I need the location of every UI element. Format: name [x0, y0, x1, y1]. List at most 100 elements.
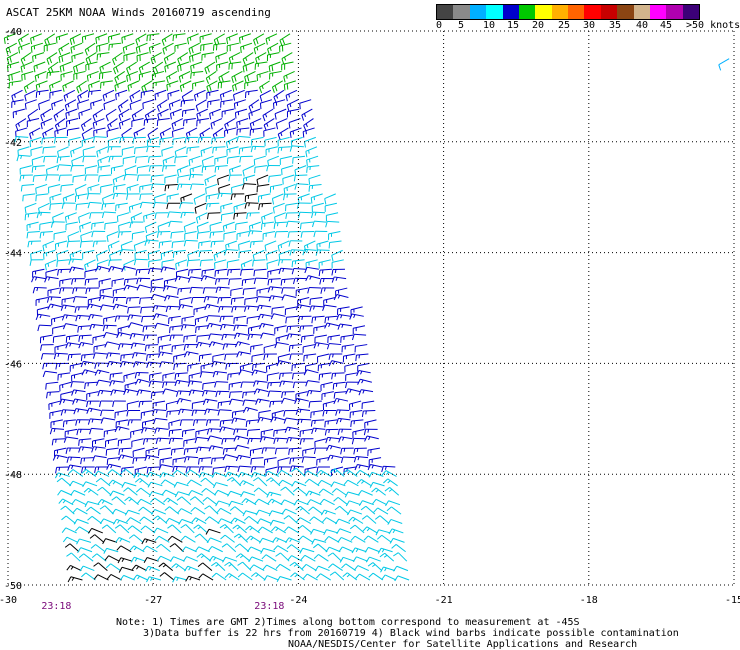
wind-barb	[67, 231, 80, 243]
wind-barb	[42, 362, 56, 370]
wind-barb	[292, 277, 307, 285]
wind-barb	[218, 183, 231, 195]
wind-barb	[73, 70, 86, 81]
wind-barb	[388, 528, 404, 535]
wind-barb	[352, 428, 365, 439]
wind-barb	[84, 501, 100, 508]
wind-barb	[246, 212, 260, 220]
wind-barb	[103, 99, 116, 110]
wind-barb	[107, 146, 121, 153]
wind-barb	[65, 108, 78, 120]
wind-barb	[59, 381, 72, 392]
wind-barb	[156, 543, 171, 553]
wind-barb	[331, 268, 345, 276]
wind-barb	[335, 518, 351, 525]
wind-barb	[202, 496, 218, 506]
wind-barb	[188, 173, 203, 181]
wind-barb	[71, 278, 85, 285]
wind-barb	[278, 249, 291, 261]
wind-barb	[297, 525, 313, 534]
wind-barb	[80, 231, 93, 242]
wind-barb	[351, 333, 367, 341]
wind-barb	[265, 249, 278, 261]
wind-barb	[202, 381, 216, 390]
wind-barb	[262, 108, 274, 122]
wind-barb	[367, 562, 383, 571]
wind-barb	[301, 108, 313, 121]
wind-barb	[157, 221, 170, 233]
wind-barb	[168, 220, 183, 228]
wind-barb	[348, 516, 364, 524]
wind-barb	[265, 146, 278, 156]
wind-barb	[208, 445, 224, 452]
wind-barb	[299, 428, 313, 438]
wind-barb	[84, 165, 98, 175]
wind-barb	[273, 545, 289, 553]
wind-barb	[246, 315, 260, 325]
wind-barb	[223, 231, 236, 240]
wind-barb	[211, 136, 225, 145]
wind-barb	[296, 202, 311, 209]
wind-barb	[303, 470, 319, 477]
wind-barb	[283, 515, 298, 524]
wind-barb	[249, 564, 265, 572]
wind-barb	[217, 80, 231, 89]
wind-barb	[56, 155, 70, 164]
wind-barb	[270, 313, 286, 320]
wind-barb	[368, 572, 384, 581]
wind-barb	[204, 174, 217, 186]
wind-barb	[154, 89, 167, 101]
wind-barb	[31, 276, 46, 283]
wind-barb	[30, 33, 42, 45]
wind-barb	[84, 174, 99, 181]
wind-barb	[97, 498, 113, 506]
wind-barb	[162, 155, 175, 167]
wind-barb	[318, 488, 334, 496]
wind-barb	[285, 220, 301, 228]
wind-barb	[195, 428, 208, 438]
wind-barb	[144, 344, 159, 352]
wind-barb	[59, 278, 72, 287]
wind-barb	[256, 174, 269, 186]
wind-barb	[293, 499, 309, 506]
wind-barb	[234, 341, 250, 348]
wind-barb	[233, 324, 248, 332]
wind-barb	[207, 435, 223, 442]
wind-barb	[204, 303, 219, 311]
wind-barb	[193, 193, 206, 205]
wind-barb	[324, 419, 338, 428]
wind-barb	[106, 574, 122, 581]
wind-barb	[187, 380, 203, 387]
wind-barb	[174, 379, 189, 387]
wind-barb	[255, 509, 271, 516]
wind-barb	[238, 146, 252, 155]
wind-barb	[136, 389, 151, 396]
wind-barb	[289, 457, 303, 465]
wind-barb	[74, 306, 89, 313]
wind-barb	[92, 352, 108, 359]
wind-barb	[73, 61, 85, 74]
wind-barb	[144, 221, 157, 234]
wind-barb	[263, 575, 279, 581]
wind-barb	[355, 573, 371, 581]
wind-barb	[337, 323, 352, 330]
wind-barb	[349, 313, 364, 320]
wind-barb	[329, 571, 345, 581]
wind-barb	[63, 436, 79, 443]
wind-barb	[96, 42, 109, 53]
wind-barb	[174, 275, 190, 282]
wind-barb	[273, 437, 288, 445]
wind-barb	[141, 427, 156, 434]
wind-barb	[345, 388, 361, 395]
wind-barb	[104, 555, 120, 562]
wind-barb	[183, 118, 196, 127]
wind-barb	[240, 259, 253, 271]
wind-barb	[66, 552, 81, 562]
wind-barb	[221, 543, 237, 553]
wind-barb	[253, 380, 268, 387]
wind-barb	[52, 334, 66, 343]
wind-barb	[76, 80, 87, 94]
wind-barb	[216, 61, 229, 72]
wind-barb	[197, 136, 212, 144]
wind-barb	[308, 400, 322, 408]
